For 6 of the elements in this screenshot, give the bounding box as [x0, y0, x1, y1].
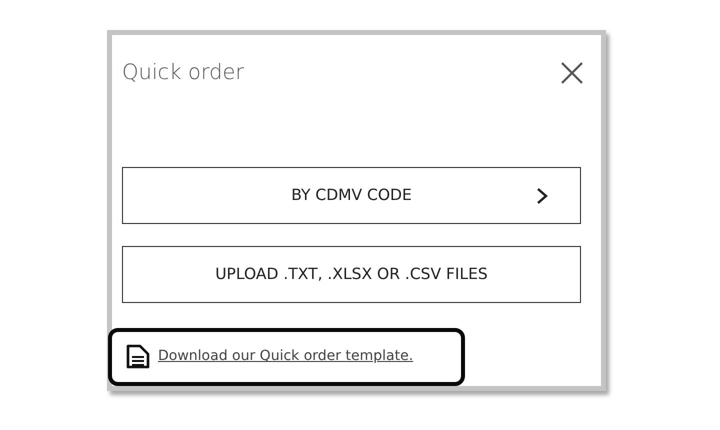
download-template-link[interactable]: Download our Quick order template.	[158, 346, 414, 368]
close-icon[interactable]	[561, 62, 583, 84]
dialog-title: Quick order	[122, 60, 244, 86]
option-button[interactable]: BY CDMV CODE	[122, 166, 581, 224]
option-button[interactable]: UPLOAD .TXT, .XLSX OR .CSV FILES	[122, 246, 581, 303]
document-icon	[126, 344, 150, 370]
